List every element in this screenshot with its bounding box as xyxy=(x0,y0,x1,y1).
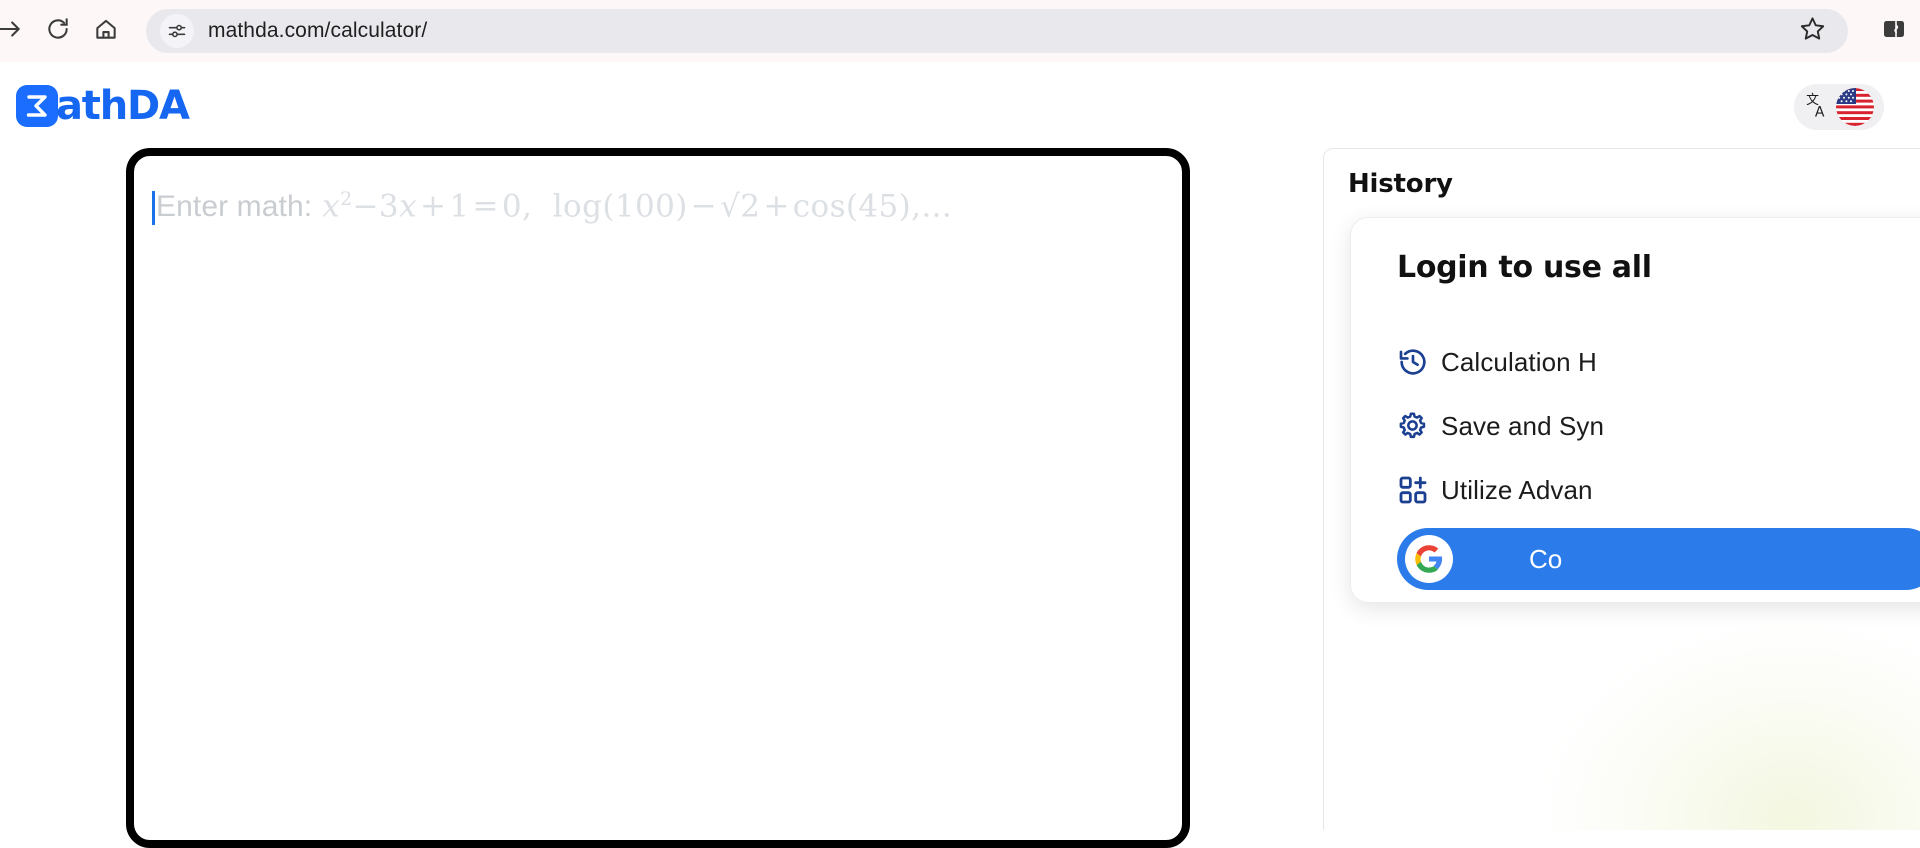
math-input-frame[interactable]: Enter math: x2−3x+1=0, log(100)−√2+cos(4… xyxy=(126,148,1190,848)
expr-radicand: 2 xyxy=(740,188,761,225)
sidebar-toggle-button[interactable] xyxy=(1868,0,1920,62)
google-g-icon xyxy=(1405,535,1453,583)
benefit-item-calculation-history: Calculation H xyxy=(1397,330,1920,394)
url-text: mathda.com/calculator/ xyxy=(208,19,428,42)
history-heading: History xyxy=(1348,169,1453,199)
site-header: athDA 文 A xyxy=(0,62,1920,150)
squares-plus-icon xyxy=(1397,474,1441,506)
reload-icon xyxy=(45,16,71,47)
benefit-label: Calculation H xyxy=(1441,346,1597,377)
brand-logo[interactable]: athDA xyxy=(16,78,190,134)
expr-log: log(100) xyxy=(552,188,688,225)
history-panel: History Login to use all Calculation H S… xyxy=(1323,148,1920,830)
browser-toolbar: mathda.com/calculator/ xyxy=(0,0,1920,62)
google-button-label: Co xyxy=(1529,543,1563,574)
benefit-label: Utilize Advan xyxy=(1441,474,1593,505)
forward-button[interactable] xyxy=(0,7,34,55)
sqrt-icon: √ xyxy=(720,188,741,225)
expr-var-x2: x xyxy=(399,188,417,225)
translate-icon: 文 A xyxy=(1804,91,1834,124)
brand-name: athDA xyxy=(56,83,190,129)
us-flag-icon xyxy=(1836,88,1874,126)
forward-arrow-icon xyxy=(0,16,23,47)
expr-plus: + xyxy=(419,188,447,225)
sigma-logo-icon xyxy=(16,85,58,127)
expr-var-x: x xyxy=(322,188,341,225)
placeholder-math-expression: x2−3x+1=0, log(100)−√2+cos(45),... xyxy=(322,188,952,224)
expr-minus-three: −3 xyxy=(352,188,400,225)
math-input-placeholder[interactable]: Enter math: x2−3x+1=0, log(100)−√2+cos(4… xyxy=(152,188,952,226)
expr-zero: 0, xyxy=(501,188,533,225)
benefit-item-utilize-advanced: Utilize Advan xyxy=(1397,458,1920,522)
placeholder-label: Enter math: xyxy=(156,190,313,224)
reload-button[interactable] xyxy=(34,7,82,55)
continue-with-google-button[interactable]: Co xyxy=(1397,528,1920,590)
bookmark-button[interactable] xyxy=(1792,11,1832,51)
panel-background-glow xyxy=(1540,620,1920,830)
login-card-title: Login to use all xyxy=(1397,250,1652,285)
side-panel-icon xyxy=(1882,17,1906,46)
benefit-list: Calculation H Save and Syn Utilize Advan xyxy=(1397,330,1920,522)
expr-minus: − xyxy=(690,188,718,225)
site-settings-icon[interactable] xyxy=(160,14,194,48)
login-promo-card: Login to use all Calculation H Save and … xyxy=(1350,217,1920,603)
star-outline-icon xyxy=(1799,15,1826,47)
home-icon xyxy=(93,16,119,47)
calculator-area: Enter math: x2−3x+1=0, log(100)−√2+cos(4… xyxy=(126,148,1190,848)
benefit-item-save-and-sync: Save and Syn xyxy=(1397,394,1920,458)
history-clock-icon xyxy=(1397,346,1441,378)
expr-cos: cos(45),... xyxy=(792,188,953,225)
expr-exponent: 2 xyxy=(340,188,353,210)
text-caret xyxy=(152,191,155,226)
expr-plus2: + xyxy=(763,188,790,225)
svg-text:A: A xyxy=(1815,104,1825,118)
expr-one: 1 xyxy=(449,188,470,225)
language-selector[interactable]: 文 A xyxy=(1794,84,1884,130)
address-bar[interactable]: mathda.com/calculator/ xyxy=(146,9,1848,53)
benefit-label: Save and Syn xyxy=(1441,410,1605,441)
expr-equals: = xyxy=(472,188,499,225)
home-button[interactable] xyxy=(82,7,130,55)
gear-sync-icon xyxy=(1397,410,1441,442)
